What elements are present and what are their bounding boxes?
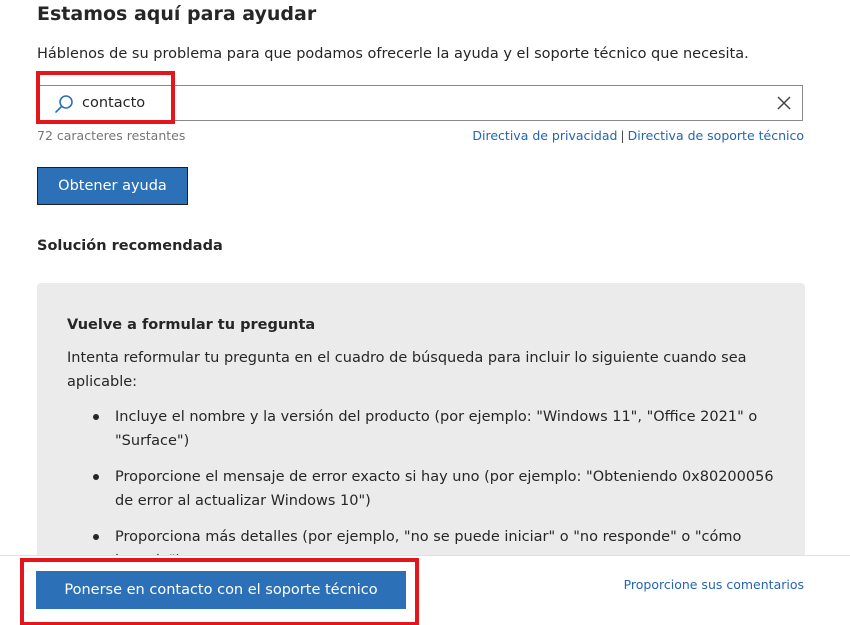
support-policy-link[interactable]: Directiva de soporte técnico [628, 128, 804, 143]
footer-bar: Ponerse en contacto con el soporte técni… [0, 555, 850, 625]
privacy-policy-link[interactable]: Directiva de privacidad [472, 128, 617, 143]
get-help-button[interactable]: Obtener ayuda [37, 167, 188, 205]
feedback-link[interactable]: Proporcione sus comentarios [624, 577, 804, 592]
bullet-icon [93, 414, 99, 420]
page-subtitle: Háblenos de su problema para que podamos… [37, 46, 749, 62]
solution-card: Vuelve a formular tu pregunta Intenta re… [37, 283, 805, 573]
chars-remaining: 72 caracteres restantes [37, 128, 186, 143]
list-item-text: Proporcione el mensaje de error exacto s… [115, 469, 774, 509]
help-page: Estamos aquí para ayudar Háblenos de su … [0, 0, 850, 625]
card-intro: Intenta reformular tu pregunta en el cua… [67, 350, 747, 390]
list-item: Proporcione el mensaje de error exacto s… [67, 465, 787, 513]
search-input[interactable] [82, 86, 762, 120]
search-box[interactable] [37, 85, 803, 121]
bullet-icon [93, 474, 99, 480]
policy-separator: | [620, 128, 625, 143]
policy-links: Directiva de privacidad | Directiva de sop… [472, 128, 804, 143]
card-heading: Vuelve a formular tu pregunta [67, 317, 316, 333]
tips-list: Incluye el nombre y la versión del produ… [67, 405, 787, 573]
contact-support-button[interactable]: Ponerse en contacto con el soporte técni… [36, 571, 406, 609]
page-title: Estamos aquí para ayudar [37, 3, 317, 25]
search-icon [55, 95, 73, 113]
close-icon[interactable] [776, 95, 792, 111]
list-item: Incluye el nombre y la versión del produ… [67, 405, 787, 453]
bullet-icon [93, 534, 99, 540]
recommended-solution-title: Solución recomendada [37, 238, 223, 254]
list-item-text: Incluye el nombre y la versión del produ… [115, 409, 758, 449]
